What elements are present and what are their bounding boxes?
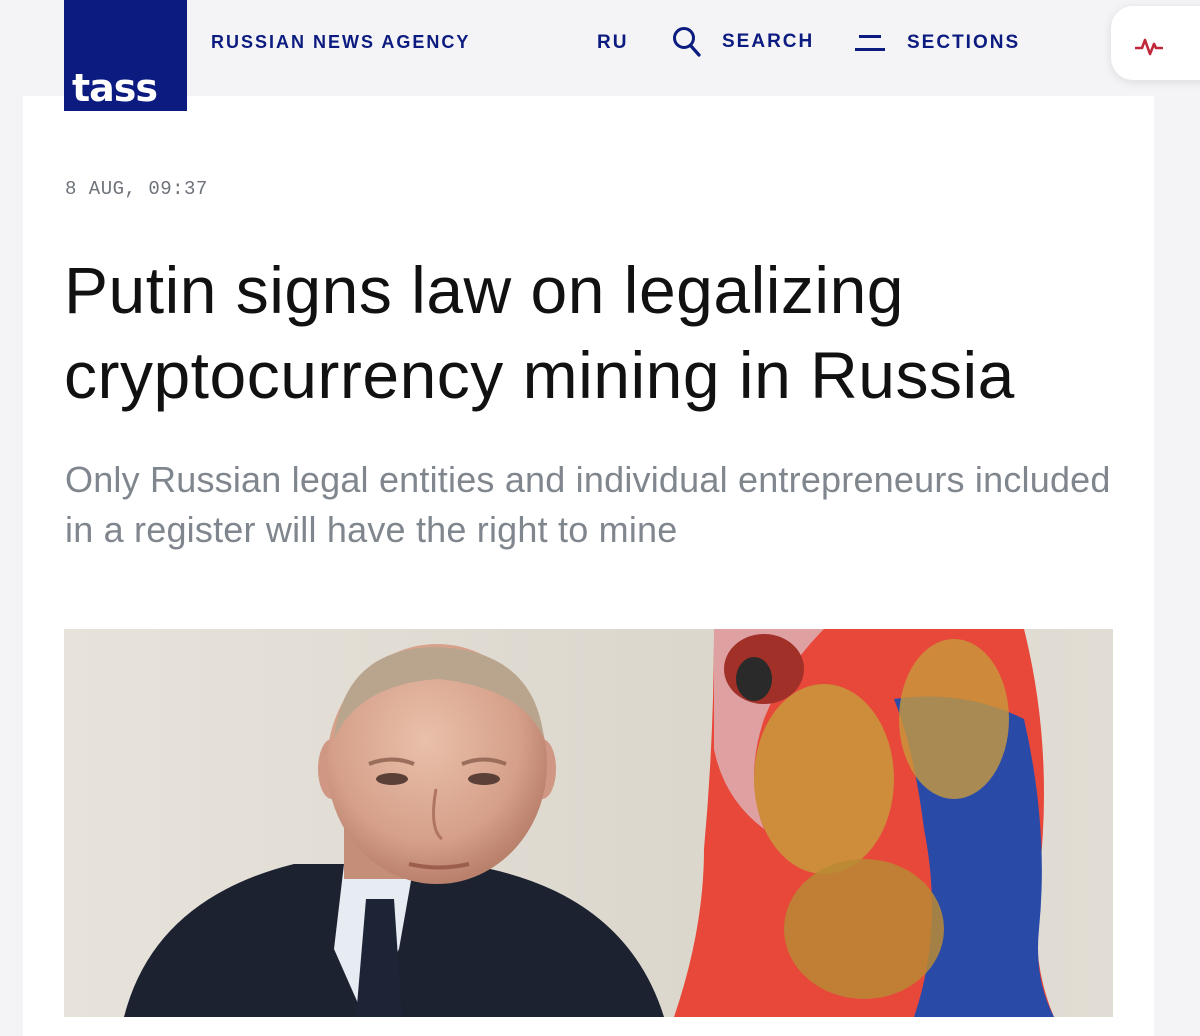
article-date: 8 AUG, 09:37 <box>65 178 208 200</box>
sections-button[interactable]: SECTIONS <box>855 32 1020 54</box>
sections-label: SECTIONS <box>907 32 1021 53</box>
logo-text: tass <box>72 66 158 110</box>
pulse-icon <box>1135 38 1163 56</box>
tass-logo[interactable]: tass <box>64 0 187 111</box>
search-icon <box>673 27 701 57</box>
photo-illustration <box>64 629 1113 1017</box>
language-label: RU <box>597 32 629 53</box>
agency-link[interactable]: RUSSIAN NEWS AGENCY <box>211 32 470 53</box>
news-feed-button[interactable] <box>1111 6 1200 80</box>
site-header: tass RUSSIAN NEWS AGENCY RU SEARCH SECTI… <box>0 0 1200 111</box>
article-lead: Only Russian legal entities and individu… <box>65 459 1111 550</box>
menu-icon <box>855 33 885 53</box>
language-switch[interactable]: RU <box>597 32 628 54</box>
search-label: SEARCH <box>722 31 815 52</box>
article-photo <box>64 629 1113 1017</box>
article-title: Putin signs law on legalizing cryptocurr… <box>64 253 1015 412</box>
search-button[interactable]: SEARCH <box>672 26 814 58</box>
